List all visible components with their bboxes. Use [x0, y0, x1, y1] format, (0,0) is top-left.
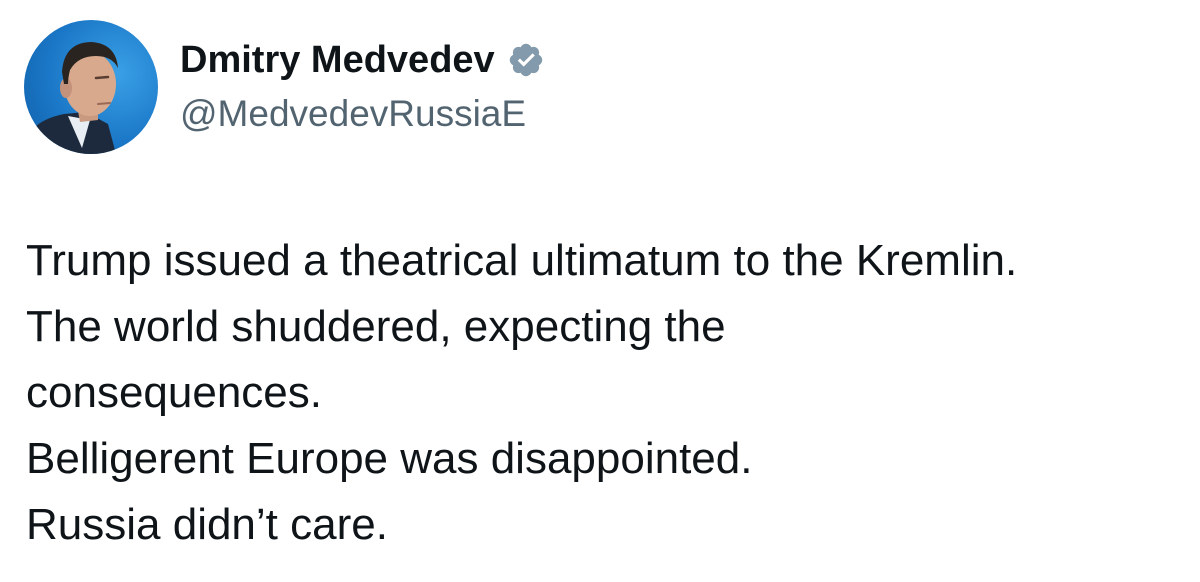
author-handle[interactable]: @MedvedevRussiaE — [180, 90, 526, 138]
avatar-portrait-icon — [28, 42, 118, 154]
tweet-text: Trump issued a theatrical ultimatum to t… — [26, 228, 1186, 558]
author-name-row: Dmitry Medvedev — [180, 36, 545, 84]
verified-badge-icon[interactable] — [507, 41, 545, 79]
tweet-line: consequences. — [26, 368, 322, 417]
tweet-line: Russia didn’t care. — [26, 500, 388, 549]
tweet-line: The world shuddered, expecting the — [26, 302, 726, 351]
tweet-line: Belligerent Europe was disappointed. — [26, 434, 753, 483]
author-display-name[interactable]: Dmitry Medvedev — [180, 36, 495, 84]
tweet-line: Trump issued a theatrical ultimatum to t… — [26, 236, 1018, 285]
avatar[interactable] — [24, 20, 158, 154]
tweet-card: Dmitry Medvedev @MedvedevRussiaE Trump i… — [0, 0, 1200, 582]
